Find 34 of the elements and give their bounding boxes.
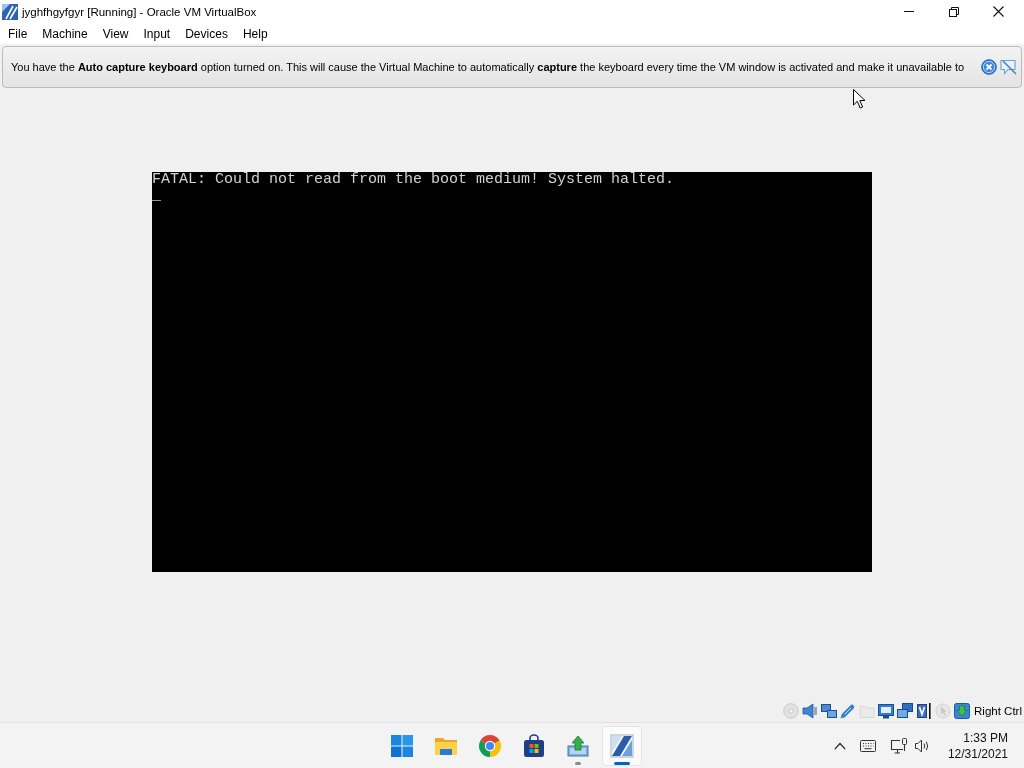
active-app-tile[interactable] bbox=[602, 725, 642, 766]
restore-icon[interactable] bbox=[948, 6, 959, 17]
close-notice-icon[interactable] bbox=[981, 59, 997, 75]
host-key-label: Right Ctrl bbox=[974, 705, 1022, 717]
pen-icon[interactable] bbox=[840, 703, 857, 719]
minimize-icon[interactable] bbox=[903, 11, 914, 12]
menu-item[interactable]: Input bbox=[143, 26, 171, 41]
muted-bubble-icon[interactable] bbox=[1000, 59, 1017, 75]
caret-icon[interactable] bbox=[833, 741, 846, 750]
menu-item[interactable]: File bbox=[8, 26, 28, 41]
browser-icon[interactable] bbox=[478, 733, 502, 758]
mouse-pointer-icon bbox=[853, 89, 866, 109]
keyboard-icon[interactable] bbox=[859, 739, 876, 752]
speaker-icon[interactable] bbox=[914, 738, 930, 753]
close-icon[interactable] bbox=[993, 6, 1004, 17]
v-tile-icon[interactable] bbox=[916, 703, 933, 719]
start-icon[interactable] bbox=[390, 733, 414, 758]
arrow-down-icon[interactable] bbox=[954, 703, 971, 719]
menu-item[interactable]: Machine bbox=[42, 26, 88, 41]
window-title: jyghfhgyfgyr [Running] - Oracle VM VirtualBox bbox=[22, 5, 257, 18]
menu-item[interactable]: View bbox=[102, 26, 129, 41]
notification-text: You have the Auto capture keyboard option turned on. This will cause the Virtual Machine to automatically capture the keyboard every time the VM window is activated and make it unavailable to bbox=[11, 61, 965, 73]
shopping-bag-icon[interactable] bbox=[522, 733, 546, 758]
two-screens-icon[interactable] bbox=[821, 703, 838, 719]
console-line: _ bbox=[152, 188, 162, 204]
menu-item[interactable]: Devices bbox=[185, 26, 228, 41]
monitor-icon[interactable] bbox=[878, 703, 895, 719]
clock-button[interactable]: 1:33 PM 12/31/2021 bbox=[943, 729, 1012, 762]
console-line: FATAL: Could not read from the boot medium! System halted. bbox=[152, 172, 676, 188]
box-arrow-icon[interactable] bbox=[566, 733, 590, 758]
striped-tile-icon[interactable] bbox=[610, 733, 634, 758]
network-icon[interactable] bbox=[889, 737, 908, 754]
menu-item[interactable]: Help bbox=[242, 26, 268, 41]
overlapping-windows-icon[interactable] bbox=[897, 703, 914, 719]
